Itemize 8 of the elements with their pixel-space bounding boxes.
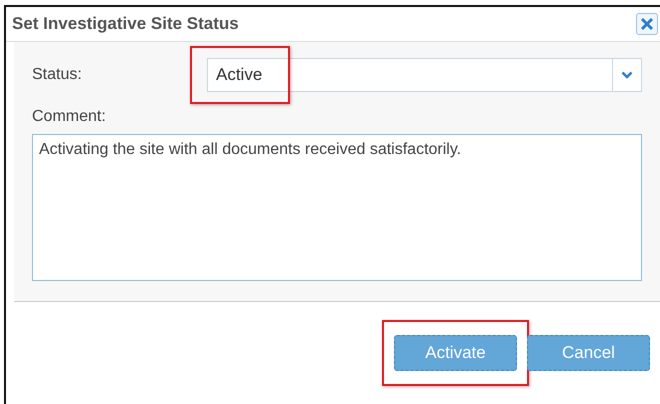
comment-field[interactable]: Activating the site with all documents received satisfactorily. <box>32 134 642 281</box>
comment-label: Comment: <box>32 108 107 126</box>
close-button[interactable] <box>636 13 658 35</box>
status-label: Status: <box>32 66 83 84</box>
close-icon <box>640 17 654 31</box>
chevron-down-icon <box>621 71 633 79</box>
dialog-title: Set Investigative Site Status <box>12 14 239 34</box>
status-dropdown[interactable]: Active <box>207 58 642 92</box>
